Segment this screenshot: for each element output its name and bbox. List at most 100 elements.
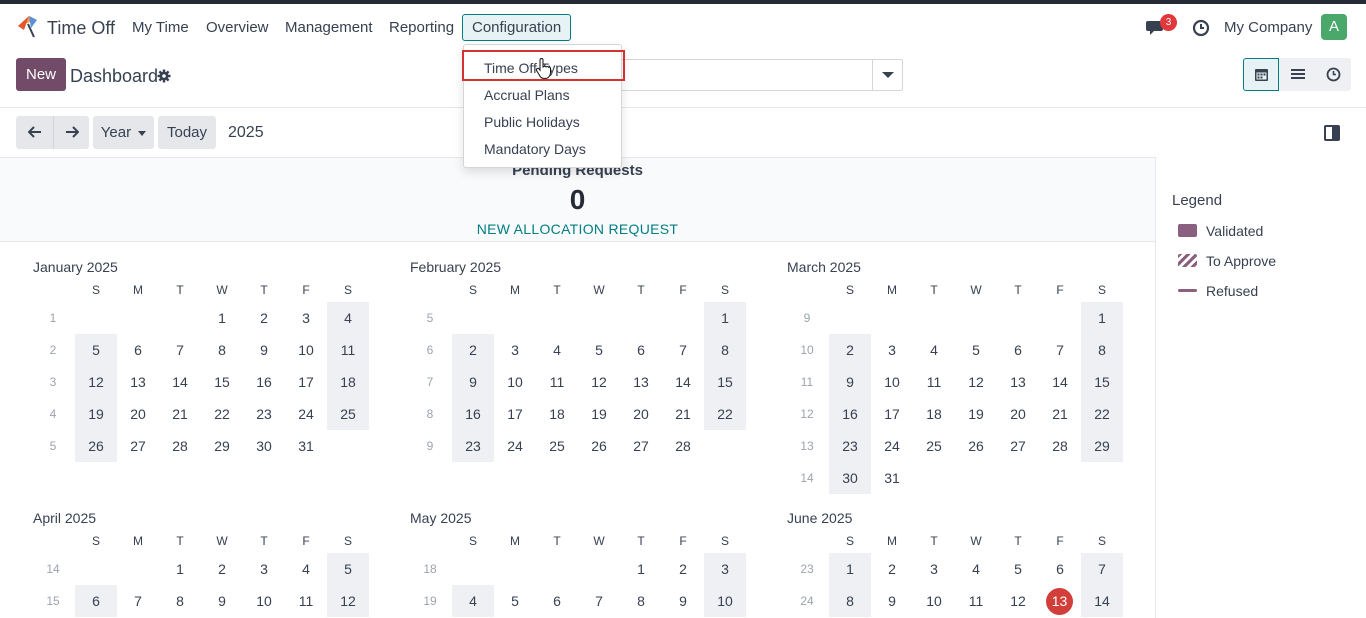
day-cell[interactable]: 3 bbox=[913, 553, 955, 585]
today-button[interactable]: Today bbox=[158, 116, 216, 149]
day-cell[interactable]: 28 bbox=[159, 430, 201, 462]
nav-reporting[interactable]: Reporting bbox=[389, 19, 454, 36]
time-off-app-icon[interactable] bbox=[15, 14, 41, 40]
day-cell[interactable]: 8 bbox=[704, 334, 746, 366]
day-cell[interactable]: 2 bbox=[662, 553, 704, 585]
day-cell[interactable]: 4 bbox=[913, 334, 955, 366]
day-cell[interactable]: 2 bbox=[452, 334, 494, 366]
day-cell[interactable]: 15 bbox=[201, 366, 243, 398]
day-cell[interactable]: 13 bbox=[997, 366, 1039, 398]
next-button[interactable] bbox=[53, 116, 89, 149]
day-cell[interactable]: 8 bbox=[620, 585, 662, 617]
day-cell[interactable]: 6 bbox=[1039, 553, 1081, 585]
day-cell[interactable]: 30 bbox=[243, 430, 285, 462]
day-cell[interactable]: 12 bbox=[997, 585, 1039, 617]
menu-item-mandatory-days[interactable]: Mandatory Days bbox=[484, 141, 586, 157]
day-cell[interactable]: 7 bbox=[662, 334, 704, 366]
day-cell[interactable]: 20 bbox=[620, 398, 662, 430]
day-cell[interactable]: 2 bbox=[201, 553, 243, 585]
nav-my-time[interactable]: My Time bbox=[132, 19, 189, 36]
day-cell[interactable]: 25 bbox=[913, 430, 955, 462]
day-cell[interactable]: 10 bbox=[243, 585, 285, 617]
day-cell[interactable]: 6 bbox=[620, 334, 662, 366]
day-cell[interactable]: 7 bbox=[1039, 334, 1081, 366]
day-cell[interactable]: 21 bbox=[1039, 398, 1081, 430]
day-cell[interactable]: 10 bbox=[285, 334, 327, 366]
scale-dropdown[interactable]: Year bbox=[93, 116, 154, 149]
new-allocation-request-link[interactable]: NEW ALLOCATION REQUEST bbox=[0, 221, 1155, 237]
day-cell[interactable]: 11 bbox=[955, 585, 997, 617]
day-cell[interactable]: 8 bbox=[829, 585, 871, 617]
day-cell[interactable]: 9 bbox=[201, 585, 243, 617]
nav-overview[interactable]: Overview bbox=[206, 19, 269, 36]
menu-item-accrual-plans[interactable]: Accrual Plans bbox=[484, 87, 570, 103]
day-cell[interactable]: 7 bbox=[1081, 553, 1123, 585]
day-cell[interactable]: 12 bbox=[327, 585, 369, 617]
day-cell[interactable]: 7 bbox=[578, 585, 620, 617]
day-cell[interactable]: 13 bbox=[117, 366, 159, 398]
day-cell[interactable]: 4 bbox=[285, 553, 327, 585]
day-cell[interactable]: 1 bbox=[159, 553, 201, 585]
day-cell[interactable]: 29 bbox=[1081, 430, 1123, 462]
day-cell[interactable]: 14 bbox=[1039, 366, 1081, 398]
day-cell[interactable]: 12 bbox=[955, 366, 997, 398]
previous-button[interactable] bbox=[16, 116, 53, 149]
search-input[interactable] bbox=[620, 59, 903, 91]
day-cell[interactable]: 28 bbox=[1039, 430, 1081, 462]
day-cell[interactable]: 9 bbox=[452, 366, 494, 398]
activity-view-button[interactable] bbox=[1315, 58, 1351, 91]
day-cell[interactable]: 21 bbox=[159, 398, 201, 430]
day-cell[interactable]: 11 bbox=[327, 334, 369, 366]
day-cell[interactable]: 14 bbox=[662, 366, 704, 398]
day-cell[interactable]: 16 bbox=[829, 398, 871, 430]
day-cell[interactable]: 7 bbox=[117, 585, 159, 617]
day-cell[interactable]: 22 bbox=[201, 398, 243, 430]
day-cell[interactable]: 14 bbox=[159, 366, 201, 398]
day-cell[interactable]: 15 bbox=[704, 366, 746, 398]
day-cell[interactable]: 13 bbox=[620, 366, 662, 398]
day-cell[interactable]: 23 bbox=[829, 430, 871, 462]
day-cell[interactable]: 10 bbox=[494, 366, 536, 398]
day-cell[interactable]: 11 bbox=[913, 366, 955, 398]
day-cell[interactable]: 29 bbox=[201, 430, 243, 462]
day-cell[interactable]: 16 bbox=[452, 398, 494, 430]
day-cell[interactable]: 22 bbox=[704, 398, 746, 430]
day-cell[interactable]: 23 bbox=[243, 398, 285, 430]
search-options-toggle[interactable] bbox=[872, 59, 903, 91]
day-cell[interactable]: 18 bbox=[536, 398, 578, 430]
day-cell[interactable]: 26 bbox=[75, 430, 117, 462]
day-cell[interactable]: 5 bbox=[327, 553, 369, 585]
day-cell[interactable]: 10 bbox=[704, 585, 746, 617]
day-cell[interactable]: 4 bbox=[536, 334, 578, 366]
day-cell[interactable]: 17 bbox=[285, 366, 327, 398]
day-cell[interactable]: 18 bbox=[327, 366, 369, 398]
day-cell[interactable]: 1 bbox=[620, 553, 662, 585]
day-cell[interactable]: 14 bbox=[1081, 585, 1123, 617]
day-cell[interactable]: 9 bbox=[662, 585, 704, 617]
day-cell[interactable]: 1 bbox=[829, 553, 871, 585]
day-cell[interactable]: 4 bbox=[452, 585, 494, 617]
day-cell[interactable]: 1 bbox=[1081, 302, 1123, 334]
day-cell[interactable]: 9 bbox=[829, 366, 871, 398]
day-cell[interactable]: 11 bbox=[536, 366, 578, 398]
day-cell[interactable]: 27 bbox=[117, 430, 159, 462]
day-cell[interactable]: 18 bbox=[913, 398, 955, 430]
day-cell[interactable]: 21 bbox=[662, 398, 704, 430]
day-cell[interactable]: 26 bbox=[955, 430, 997, 462]
day-cell[interactable]: 8 bbox=[201, 334, 243, 366]
gear-icon[interactable] bbox=[157, 69, 171, 83]
day-cell[interactable]: 6 bbox=[117, 334, 159, 366]
day-cell[interactable]: 20 bbox=[997, 398, 1039, 430]
day-cell[interactable]: 24 bbox=[285, 398, 327, 430]
day-cell[interactable]: 27 bbox=[997, 430, 1039, 462]
day-cell[interactable]: 2 bbox=[871, 553, 913, 585]
day-cell[interactable]: 8 bbox=[1081, 334, 1123, 366]
list-view-button[interactable] bbox=[1279, 58, 1315, 91]
day-cell[interactable]: 23 bbox=[452, 430, 494, 462]
day-cell[interactable]: 9 bbox=[871, 585, 913, 617]
day-cell[interactable]: 10 bbox=[871, 366, 913, 398]
activity-clock-icon[interactable] bbox=[1192, 19, 1210, 37]
day-cell[interactable]: 5 bbox=[578, 334, 620, 366]
day-cell[interactable]: 24 bbox=[494, 430, 536, 462]
nav-management[interactable]: Management bbox=[285, 19, 373, 36]
